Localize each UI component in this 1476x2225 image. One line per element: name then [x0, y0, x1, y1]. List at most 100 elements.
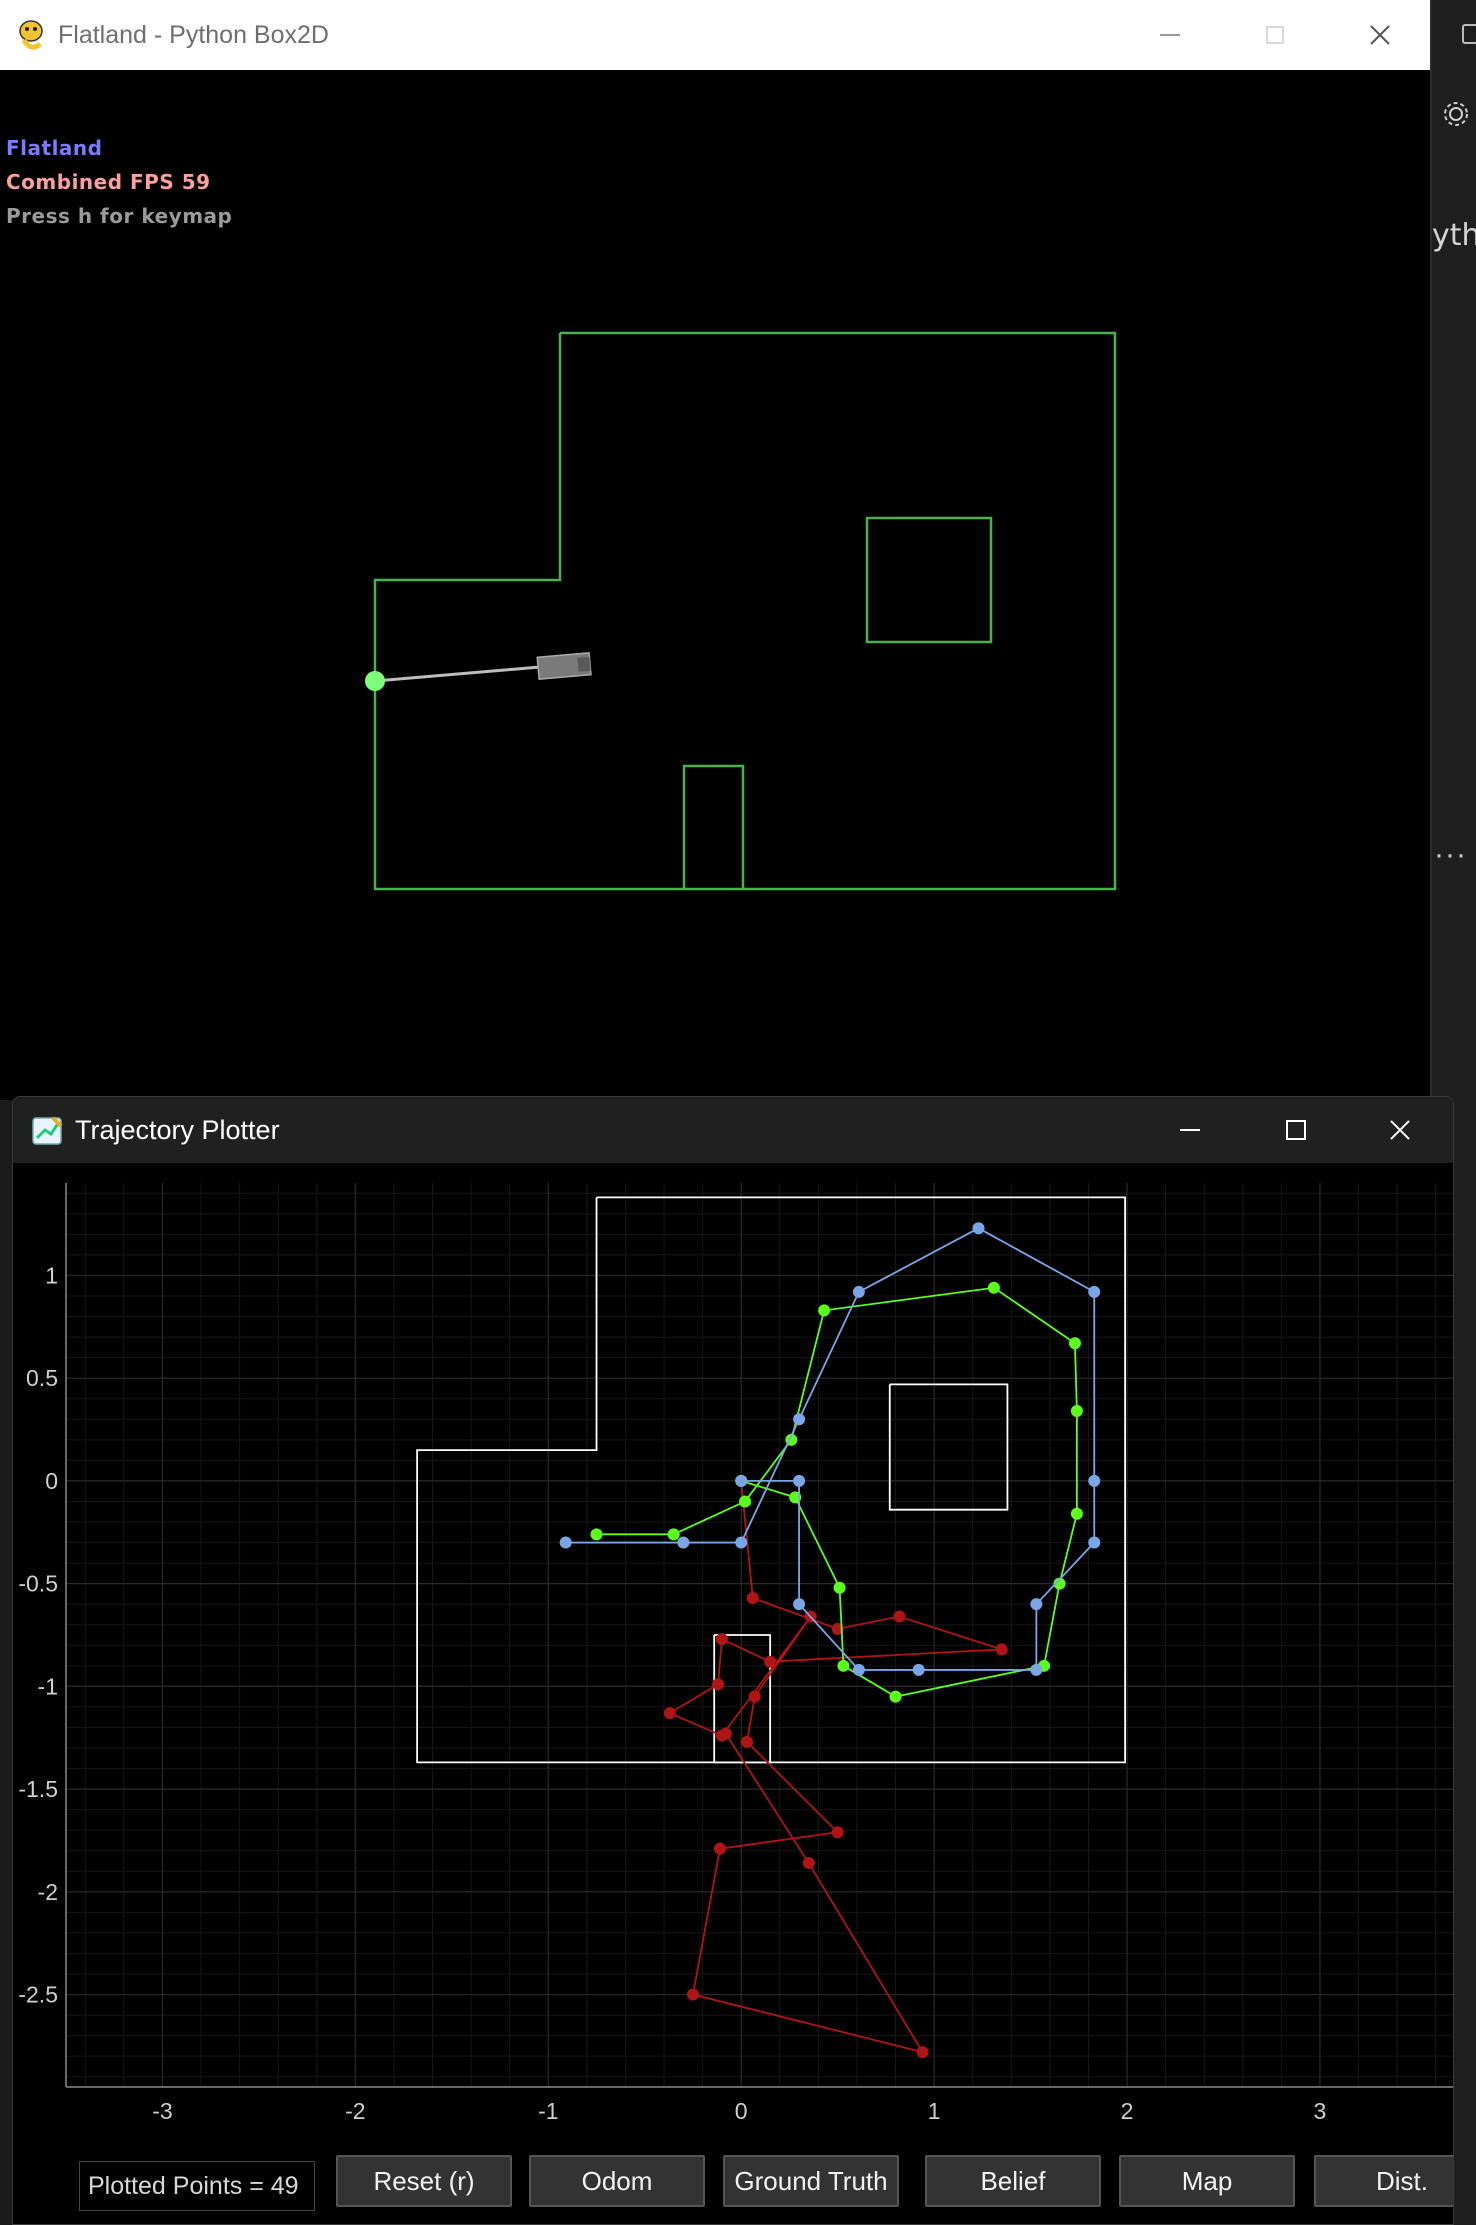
- belief-point: [735, 1474, 748, 1487]
- belief-point: [1030, 1663, 1043, 1676]
- flatland-window: Flatland - Python Box2D Flatland Combine…: [0, 0, 1432, 1100]
- odom-point: [802, 1857, 815, 1870]
- maximize-icon: [1286, 1120, 1306, 1140]
- ground-truth-point: [1070, 1507, 1083, 1520]
- gear-icon[interactable]: [1442, 100, 1470, 128]
- minimize-button[interactable]: [1140, 10, 1200, 60]
- y-tick-label: -0.5: [18, 1571, 58, 1597]
- plot-axes: -3 -2 -1 0 1 2 3 1 0.5 0 -0.5 -1 -1.5 -2 -2.5: [18, 1183, 1453, 2123]
- x-tick-label: 0: [735, 2098, 748, 2123]
- maximize-button[interactable]: [1261, 1105, 1331, 1155]
- close-icon: [1370, 25, 1390, 45]
- ground-truth-point: [889, 1690, 902, 1703]
- odom-button[interactable]: Odom: [529, 2155, 705, 2207]
- y-tick-label: 0: [45, 1468, 58, 1494]
- odom-point: [719, 1727, 732, 1740]
- ground-truth-point: [1070, 1405, 1083, 1418]
- ground-truth-point: [818, 1304, 831, 1317]
- plotter-controls: Plotted Points = 49 Reset (r) Odom Groun…: [13, 2123, 1453, 2224]
- belief-point: [793, 1413, 806, 1426]
- close-icon: [1390, 1120, 1410, 1140]
- ground-truth-line: [596, 1286, 1078, 1698]
- more-icon[interactable]: ···: [1434, 838, 1467, 872]
- y-tick-label: 0.5: [26, 1365, 58, 1391]
- close-button[interactable]: [1350, 10, 1410, 60]
- x-tick-label: -2: [345, 2098, 365, 2123]
- maximize-icon: [1266, 26, 1284, 44]
- y-tick-label: -1: [38, 1673, 58, 1699]
- belief-point: [677, 1536, 690, 1549]
- odom-point: [748, 1690, 761, 1703]
- ground-truth-point: [1068, 1337, 1081, 1350]
- belief-point: [852, 1285, 865, 1298]
- odom-point: [831, 1826, 844, 1839]
- odom-point: [893, 1610, 906, 1623]
- belief-point: [793, 1474, 806, 1487]
- ground-truth-point: [590, 1528, 603, 1541]
- window-title: Trajectory Plotter: [75, 1115, 280, 1145]
- laser-hit-point: [365, 671, 385, 691]
- background-partial-text: yth: [1432, 218, 1476, 253]
- flatland-titlebar: Flatland - Python Box2D: [0, 0, 1430, 70]
- minimize-icon: [1180, 1129, 1200, 1131]
- x-tick-label: -1: [538, 2098, 558, 2123]
- simulation-canvas[interactable]: [0, 70, 1432, 1100]
- trajectory-plotter-window: Trajectory Plotter -3 -2 -1 0 1 2 3 1 0.5 0 -0.5 -1…: [12, 1096, 1454, 2225]
- window-icon: [1462, 24, 1476, 44]
- window-title: Flatland - Python Box2D: [58, 21, 329, 49]
- x-tick-label: 1: [928, 2098, 941, 2123]
- dist-button[interactable]: Dist.: [1314, 2155, 1453, 2207]
- odom-point: [715, 1633, 728, 1646]
- x-tick-label: 3: [1314, 2098, 1327, 2123]
- y-tick-label: -2.5: [18, 1982, 58, 2008]
- reset-button[interactable]: Reset (r): [336, 2155, 512, 2207]
- odom-point: [663, 1707, 676, 1720]
- map-button[interactable]: Map: [1119, 2155, 1295, 2207]
- close-button[interactable]: [1365, 1105, 1435, 1155]
- robot: [536, 651, 592, 681]
- belief-line: [565, 1227, 1096, 1671]
- odom-line: [667, 1480, 1002, 2054]
- belief-point: [1088, 1285, 1101, 1298]
- y-tick-label: -1.5: [18, 1776, 58, 1802]
- odom-series: [663, 1474, 1008, 2059]
- ground-truth-point: [837, 1659, 850, 1672]
- belief-point: [735, 1536, 748, 1549]
- plotter-app-icon: [32, 1116, 63, 1145]
- belief-button[interactable]: Belief: [925, 2155, 1101, 2207]
- odom-point: [995, 1643, 1008, 1656]
- belief-point: [559, 1536, 572, 1549]
- odom-point: [746, 1592, 759, 1605]
- plotter-titlebar: Trajectory Plotter: [13, 1097, 1453, 1163]
- trajectory-plot[interactable]: -3 -2 -1 0 1 2 3 1 0.5 0 -0.5 -1 -1.5 -2 -2.5: [13, 1163, 1454, 2123]
- outer-wall: [373, 331, 1117, 891]
- belief-point: [1088, 1474, 1101, 1487]
- ground-truth-point: [833, 1581, 846, 1594]
- ground-truth-button[interactable]: Ground Truth: [723, 2155, 899, 2207]
- odom-point: [686, 1988, 699, 2001]
- doorway-obstacle: [682, 764, 745, 889]
- belief-point: [1088, 1536, 1101, 1549]
- odom-point: [740, 1735, 753, 1748]
- ground-truth-point: [667, 1528, 680, 1541]
- minimize-button[interactable]: [1155, 1105, 1225, 1155]
- belief-point: [912, 1663, 925, 1676]
- laser-ray: [374, 665, 541, 683]
- plotted-points-readout: Plotted Points = 49: [79, 2161, 315, 2211]
- x-tick-label: -3: [152, 2098, 172, 2123]
- belief-point: [1030, 1598, 1043, 1611]
- obstacle-box: [865, 516, 993, 644]
- belief-point: [852, 1663, 865, 1676]
- belief-point: [793, 1598, 806, 1611]
- pygame-snake-icon: [19, 20, 43, 50]
- y-tick-label: -2: [38, 1879, 58, 1905]
- y-tick-label: 1: [45, 1262, 58, 1288]
- belief-series: [559, 1222, 1101, 1676]
- maximize-button[interactable]: [1245, 10, 1305, 60]
- ground-truth-point: [987, 1281, 1000, 1294]
- ground-truth-point: [739, 1495, 752, 1508]
- minimize-icon: [1160, 34, 1180, 36]
- belief-point: [972, 1222, 985, 1235]
- odom-point: [764, 1655, 777, 1668]
- map-wall: [888, 1383, 1009, 1511]
